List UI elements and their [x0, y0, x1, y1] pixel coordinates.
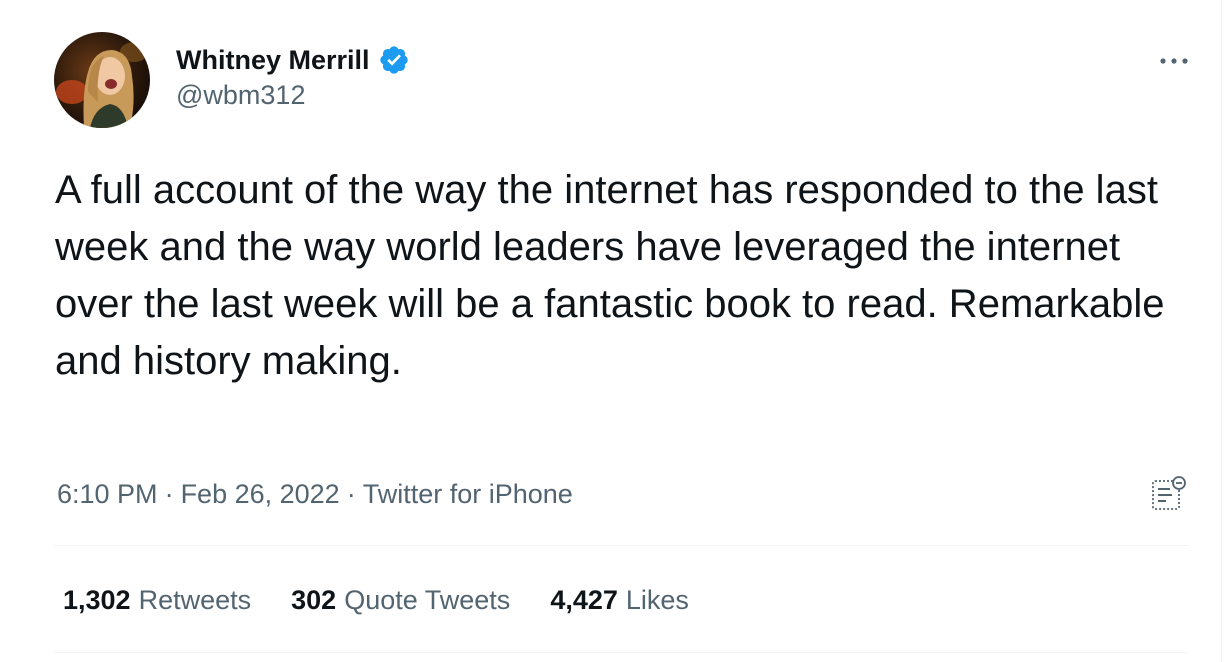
retweets-label: Retweets [138, 584, 252, 615]
quote-tweets-stat[interactable]: 302 Quote Tweets [291, 585, 510, 616]
tweet-analytics-icon[interactable] [1148, 474, 1188, 514]
likes-count: 4,427 [550, 584, 618, 615]
tweet-source[interactable]: Twitter for iPhone [363, 479, 573, 510]
author-display-name[interactable]: Whitney Merrill [176, 45, 370, 76]
author-avatar[interactable] [54, 32, 150, 128]
divider [54, 545, 1188, 546]
more-options-button[interactable] [1154, 46, 1194, 76]
quote-tweets-count: 302 [291, 584, 337, 615]
tweet-header: Whitney Merrill @wbm312 [54, 32, 1194, 128]
author-names: Whitney Merrill @wbm312 [176, 42, 410, 111]
retweets-stat[interactable]: 1,302 Retweets [63, 585, 251, 616]
tweet-text: A full account of the way the internet h… [55, 168, 1165, 383]
author-handle[interactable]: @wbm312 [176, 80, 410, 111]
likes-stat[interactable]: 4,427 Likes [550, 585, 689, 616]
tweet-stats: 1,302 Retweets 302 Quote Tweets 4,427 Likes [63, 582, 729, 618]
tweet-time[interactable]: 6:10 PM [57, 479, 158, 510]
tweet-metadata: 6:10 PM · Feb 26, 2022 · Twitter for iPh… [57, 476, 573, 512]
verified-badge-icon [378, 44, 410, 76]
meta-separator: · [164, 478, 174, 509]
retweets-count: 1,302 [63, 584, 131, 615]
more-horizontal-icon [1160, 58, 1188, 64]
avatar-photo [54, 32, 150, 128]
likes-label: Likes [625, 584, 689, 615]
quote-tweets-label: Quote Tweets [344, 584, 511, 615]
tweet-date[interactable]: Feb 26, 2022 [181, 479, 340, 510]
display-name-row: Whitney Merrill [176, 42, 410, 78]
meta-separator: · [346, 478, 356, 509]
tweet-detail: Whitney Merrill @wbm312 A full account o… [0, 0, 1222, 662]
divider [54, 652, 1188, 653]
